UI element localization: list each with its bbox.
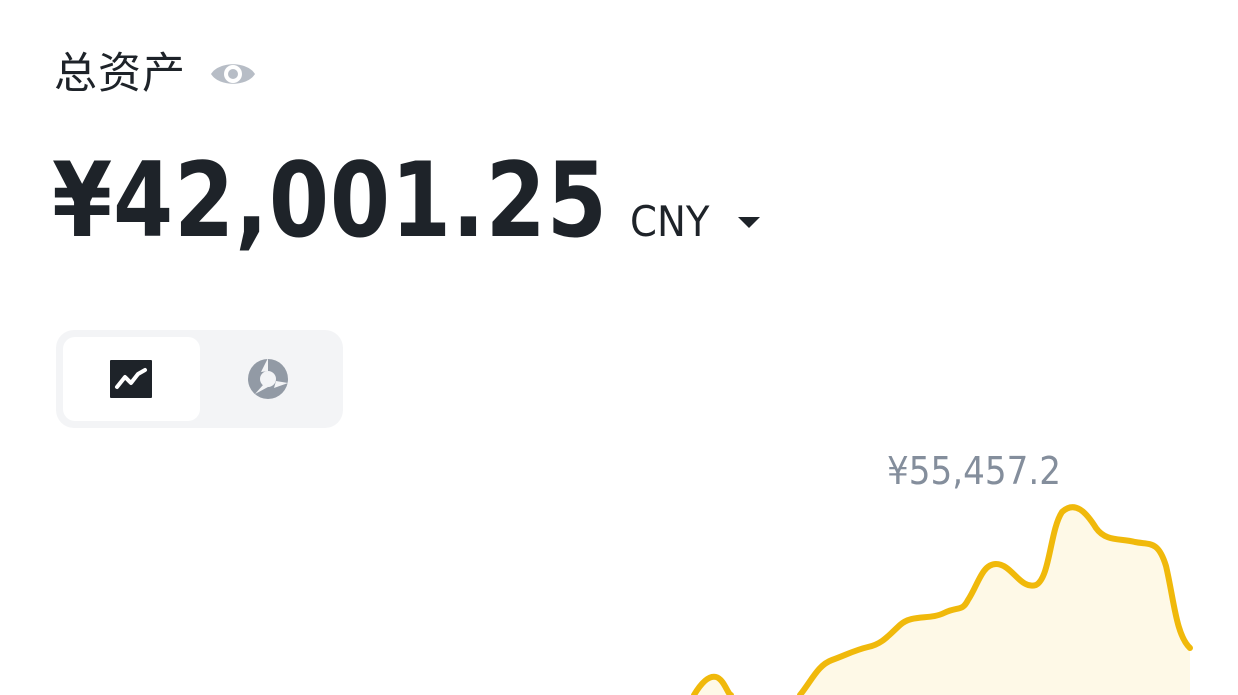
total-balance-value: ¥42,001.25 [52, 141, 608, 261]
asset-trend-chart [691, 504, 1193, 695]
pie-chart-view-button[interactable] [200, 337, 337, 421]
line-chart-icon [110, 360, 153, 398]
caret-down-icon [738, 216, 761, 228]
chart-area-fill [694, 507, 1190, 695]
total-assets-header: 总资产 [54, 44, 258, 104]
eye-icon[interactable] [208, 49, 258, 99]
line-chart-view-button[interactable] [63, 337, 200, 421]
pie-chart-icon [247, 358, 288, 399]
currency-label: CNY [630, 197, 710, 246]
balance-row: ¥42,001.25 CNY [52, 141, 761, 265]
total-assets-panel: 总资产 ¥42,001.25 CNY ¥55,457.2 [0, 0, 1238, 695]
view-toggle [56, 330, 343, 428]
total-assets-title: 总资产 [54, 48, 186, 99]
currency-selector[interactable]: CNY [630, 197, 761, 246]
